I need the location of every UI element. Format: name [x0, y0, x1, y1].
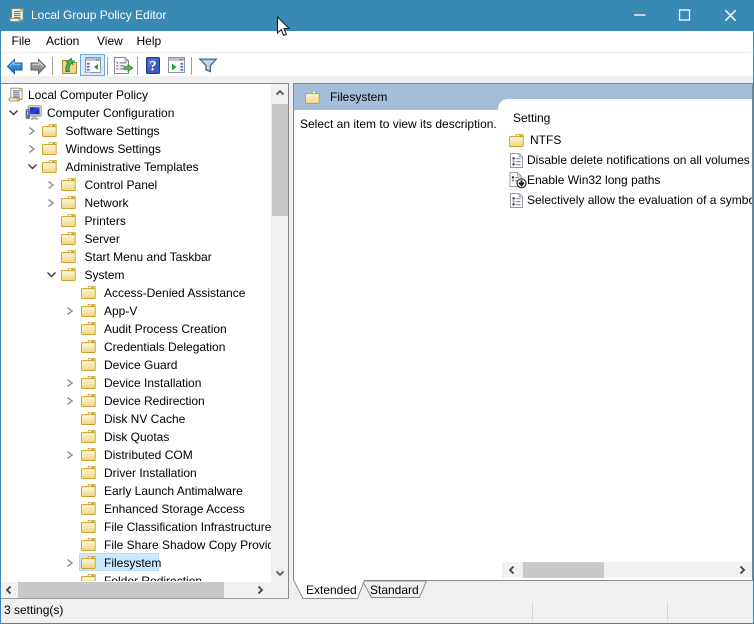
svg-text:?: ? [149, 59, 156, 75]
